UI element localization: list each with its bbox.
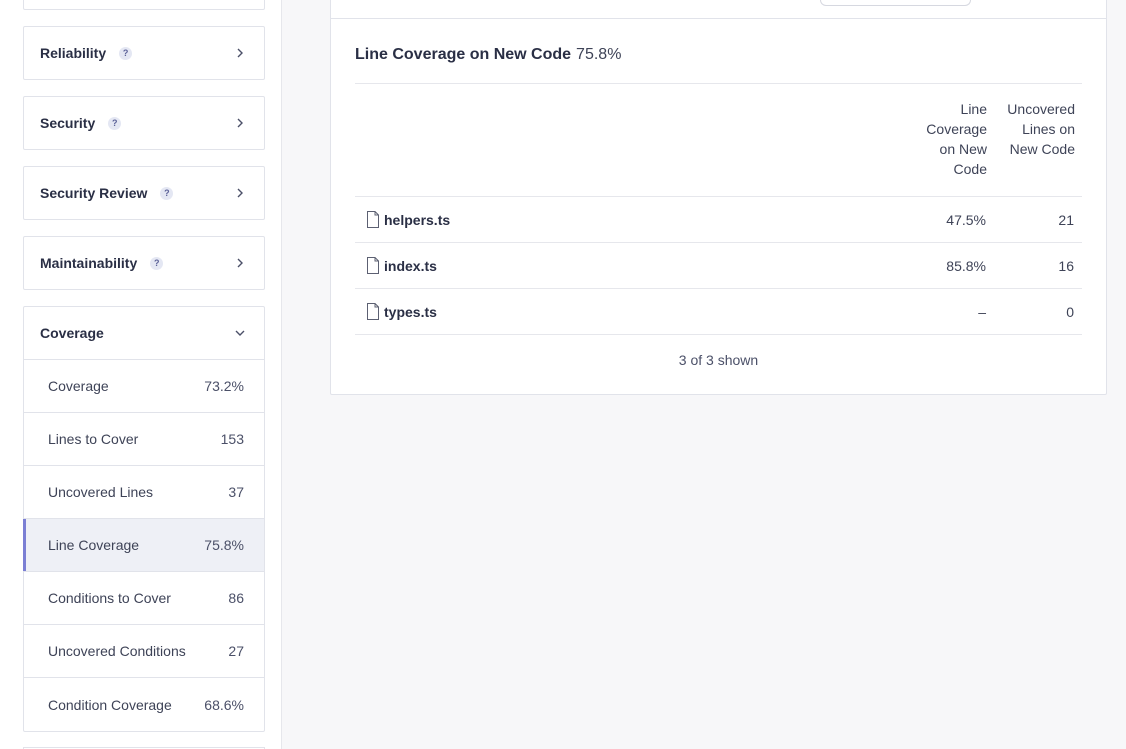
line-coverage-value: 85.8% [946, 257, 986, 274]
file-icon [366, 211, 380, 233]
file-icon [366, 303, 380, 325]
metric-value: 153 [220, 431, 244, 447]
divider [355, 83, 1082, 84]
help-icon[interactable]: ? [119, 46, 133, 60]
table-row[interactable]: index.ts 85.8% 16 [355, 242, 1082, 288]
metric-lines-to-cover[interactable]: Lines to Cover 153 [24, 413, 264, 466]
measure-value: 75.8% [576, 46, 622, 63]
sidebar-category-partial[interactable] [23, 0, 265, 10]
chevron-right-icon [232, 45, 248, 61]
help-icon[interactable]: ? [108, 116, 122, 130]
help-icon[interactable]: ? [160, 186, 174, 200]
metric-uncovered-conditions[interactable]: Uncovered Conditions 27 [24, 625, 264, 678]
metric-label: Line Coverage [48, 537, 140, 553]
shown-count: 3 of 3 shown [678, 352, 759, 368]
metric-value: 75.8% [204, 537, 244, 553]
sidebar: Reliability ? Security ? Security Review… [0, 0, 282, 749]
chevron-right-icon [232, 115, 248, 131]
chevron-right-icon [232, 185, 248, 201]
metric-coverage[interactable]: Coverage 73.2% [24, 360, 264, 413]
toolbar-control[interactable] [820, 0, 971, 6]
category-label: Coverage [40, 325, 104, 341]
uncovered-lines-value: 21 [1058, 211, 1074, 228]
file-name[interactable]: helpers.ts [384, 212, 450, 228]
panel-toolbar [331, 0, 1106, 19]
category-label: Security [40, 115, 96, 131]
category-label: Security Review [40, 185, 148, 201]
metric-label: Coverage [48, 378, 109, 394]
header-line: Coverage [926, 121, 987, 137]
chevron-down-icon [232, 325, 248, 341]
category-maintainability[interactable]: Maintainability ? [23, 236, 265, 290]
column-header-line-coverage: Line Coverage on New Code [905, 99, 987, 179]
metric-label: Uncovered Lines [48, 484, 154, 500]
page-title: Line Coverage on New Code 75.8% [355, 46, 621, 64]
coverage-group: Coverage Coverage 73.2% Lines to Cover 1… [23, 306, 265, 732]
uncovered-lines-value: 16 [1058, 257, 1074, 274]
metric-value: 37 [228, 484, 244, 500]
metric-line-coverage[interactable]: Line Coverage 75.8% [23, 519, 264, 572]
category-coverage[interactable]: Coverage [24, 307, 264, 360]
category-label: Reliability [40, 45, 107, 61]
column-header-uncovered-lines: Uncovered Lines on New Code [997, 99, 1075, 159]
header-line: New Code [1009, 141, 1075, 157]
file-name[interactable]: types.ts [384, 304, 437, 320]
table-row[interactable]: helpers.ts 47.5% 21 [355, 196, 1082, 242]
divider [355, 334, 1082, 335]
header-line: Uncovered [1007, 101, 1075, 117]
header-line: Line [960, 101, 987, 117]
metric-label: Lines to Cover [48, 431, 139, 447]
category-reliability[interactable]: Reliability ? [23, 26, 265, 80]
metric-label: Condition Coverage [48, 696, 172, 713]
category-label: Maintainability [40, 255, 138, 271]
uncovered-lines-value: 0 [1066, 303, 1074, 320]
file-icon [366, 257, 380, 279]
header-line: Lines on [1022, 121, 1075, 137]
metric-value: 68.6% [204, 696, 244, 713]
measure-name: Line Coverage on New Code [355, 46, 572, 63]
header-line: Code [953, 161, 987, 177]
chevron-right-icon [232, 255, 248, 271]
metric-value: 86 [228, 590, 244, 606]
category-security[interactable]: Security ? [23, 96, 265, 150]
metric-value: 73.2% [204, 378, 244, 394]
metric-uncovered-lines[interactable]: Uncovered Lines 37 [24, 466, 264, 519]
measure-panel: Line Coverage on New Code 75.8% Line Cove… [330, 0, 1107, 395]
help-icon[interactable]: ? [150, 256, 164, 270]
metric-label: Conditions to Cover [48, 590, 171, 606]
table-row[interactable]: types.ts – 0 [355, 288, 1082, 334]
metric-condition-coverage[interactable]: Condition Coverage 68.6% [24, 678, 264, 731]
metric-label: Uncovered Conditions [48, 643, 186, 659]
file-name[interactable]: index.ts [384, 258, 437, 274]
metric-value: 27 [228, 643, 244, 659]
line-coverage-value: 47.5% [946, 211, 986, 228]
header-line: on New [939, 141, 987, 157]
category-security-review[interactable]: Security Review ? [23, 166, 265, 220]
line-coverage-value: – [978, 303, 986, 320]
metric-conditions-to-cover[interactable]: Conditions to Cover 86 [24, 572, 264, 625]
